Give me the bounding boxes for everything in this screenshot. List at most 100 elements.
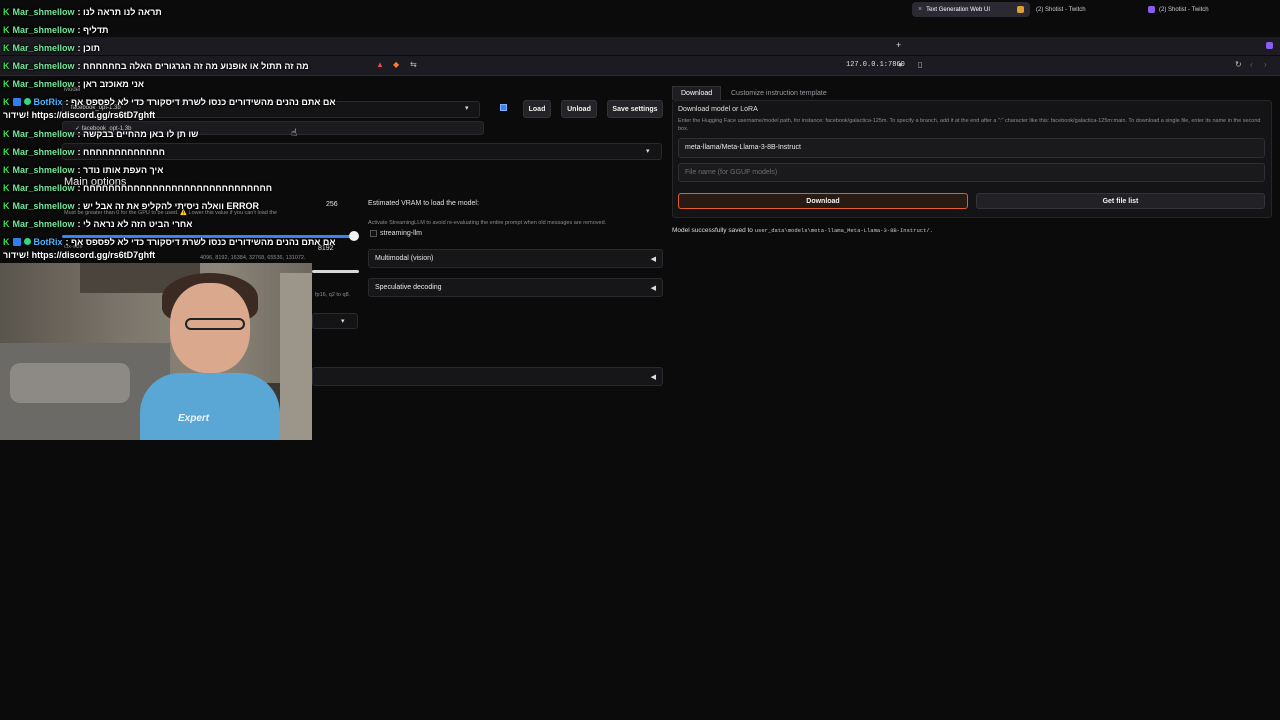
streamer-shirt — [140, 373, 280, 440]
unload-button[interactable]: Unload — [561, 100, 597, 118]
collapse-arrow-icon: ◀ — [650, 255, 656, 263]
kick-icon: K — [3, 200, 10, 211]
streamer-glasses — [185, 318, 245, 330]
success-text: Model successfully saved to — [672, 227, 753, 234]
tab-label: (2) Shotist - Twitch — [1036, 6, 1086, 13]
close-icon[interactable]: × — [918, 6, 922, 13]
chat-text: : אם אתם נהנים מהשידורים כנסו לשרת דיסקו… — [65, 96, 336, 107]
bookmark-icon[interactable]: ▯ — [918, 60, 922, 69]
chat-username: Mar_shmellow — [12, 200, 75, 211]
chat-username: Mar_shmellow — [12, 146, 75, 157]
vram-estimate-label: Estimated VRAM to load the model: — [368, 200, 479, 207]
tab-text-generation[interactable]: × Text Generation Web UI — [912, 2, 1030, 17]
chat-text: : תוכן — [77, 42, 100, 53]
chat-message: K Mar_shmellow: תראה לנו תראה לנו — [3, 5, 162, 18]
chat-username: Mar_shmellow — [12, 60, 75, 71]
speculative-decoding-accordion[interactable]: Speculative decoding ◀ — [368, 278, 663, 297]
chat-message: K Mar_shmellow: אני מאוכזב ראן — [3, 77, 144, 90]
chat-text: : שו תן לו באן מהחיים בבקשה — [77, 128, 199, 139]
ctx-size-slider[interactable] — [312, 270, 359, 273]
download-success-message: Model successfully saved to user_data\mo… — [672, 227, 933, 234]
bot-badge-icon — [12, 97, 21, 106]
download-description: Enter the Hugging Face username/model pa… — [678, 118, 1261, 132]
chat-text: : וואלה ניסיתי להקליפ את זה אבל יש ERROR — [77, 200, 259, 211]
chevron-down-icon[interactable]: ▾ — [341, 317, 345, 325]
chat-message: K BotRix: אם אתם נהנים מהשידורים כנסו לשר… — [3, 95, 336, 108]
kick-icon: K — [3, 42, 10, 53]
new-tab-button[interactable]: + — [896, 40, 901, 50]
gpu-layers-value[interactable]: 256 — [326, 201, 338, 208]
chat-text: : חחחחחחחחחחחחחחחחחחחחחחחחחחחחחח — [77, 182, 273, 193]
refresh-models-icon[interactable] — [500, 104, 507, 111]
collapse-arrow-icon: ◀ — [650, 373, 656, 381]
settings-dot-icon[interactable]: ● — [898, 60, 903, 69]
chat-message: K Mar_shmellow: איך העפת אותו נודר — [3, 163, 163, 176]
brave-shield-icon[interactable]: ◆ — [393, 60, 399, 69]
chat-message: K Mar_shmellow: חחחחחחחחחחחחחחחחחחחחחחחחח… — [3, 181, 272, 194]
success-path: user_data\models\meta-llama_Meta-Llama-3… — [754, 227, 933, 234]
gpu-layers-slider-thumb[interactable] — [349, 231, 359, 241]
streaming-llm-hint: Activate StreamingLLM to avoid re-evalua… — [368, 220, 607, 226]
streaming-llm-checkbox[interactable] — [370, 230, 377, 237]
kick-icon: K — [3, 24, 10, 35]
verified-badge-icon — [23, 98, 31, 105]
chat-text: : תראה לנו תראה לנו — [77, 6, 162, 17]
chat-message: K Mar_shmellow: שו תן לו באן מהחיים בבקשה — [3, 127, 198, 140]
chevron-down-icon[interactable]: ▾ — [465, 104, 469, 112]
chat-message: K Mar_shmellow: אחרי הביט הזה לא נראה לי — [3, 217, 192, 230]
chat-message: K Mar_shmellow: תדליף — [3, 23, 108, 36]
browser-tab-bar — [0, 37, 1280, 55]
chat-message: K Mar_shmellow: חחחחחחחחחחחחח — [3, 145, 165, 158]
cache-type-dropdown[interactable] — [312, 313, 358, 329]
download-heading: Download model or LoRA — [678, 106, 758, 113]
chat-text: : מה זה תתול או אופנוע מה זה הגרגורים הא… — [77, 60, 309, 71]
chat-discord-link: שידור! https://discord.gg/rs6tD7ghft — [3, 250, 156, 260]
speculative-label: Speculative decoding — [375, 284, 442, 291]
ctx-size-hint: 4096, 8192, 16384, 32768, 65536, 131072. — [200, 255, 306, 261]
webcam-door — [280, 273, 312, 440]
tab-label: (2) Shotist - Twitch — [1159, 6, 1209, 13]
chat-username: Mar_shmellow — [12, 218, 75, 229]
model-path-input[interactable]: meta-llama/Meta-Llama-3-8B-Instruct — [678, 138, 1265, 158]
tab-label: Text Generation Web UI — [926, 6, 991, 13]
chat-text: : חחחחחחחחחחחחח — [77, 146, 165, 157]
tab-download[interactable]: Download — [672, 86, 722, 100]
get-file-list-button[interactable]: Get file list — [976, 193, 1265, 209]
chat-username: Mar_shmellow — [12, 128, 75, 139]
translate-icon[interactable]: ⇆ — [410, 60, 417, 69]
file-name-input[interactable]: File name (for GGUF models) — [678, 163, 1265, 182]
tab-twitch-1[interactable]: (2) Shotist - Twitch — [1030, 2, 1142, 17]
back-icon[interactable]: ‹ — [1250, 60, 1253, 69]
chat-username: BotRix — [33, 96, 63, 107]
chat-message: K BotRix: אם אתם נהנים מהשידורים כנסו לשר… — [3, 235, 336, 248]
warning-icon: ▲ — [376, 60, 384, 69]
chat-discord-link-top: שידור! https://discord.gg/rs6tD7ghft — [3, 110, 156, 120]
tab-favicon-icon — [1017, 6, 1024, 13]
chat-message: K Mar_shmellow: תוכן — [3, 41, 100, 54]
download-button[interactable]: Download — [678, 193, 968, 209]
kick-icon: K — [3, 60, 10, 71]
verified-badge-icon — [23, 238, 31, 245]
cache-type-hint: fp16, q2 to q8. — [315, 292, 351, 298]
tab-customize-template[interactable]: Customize instruction template — [723, 86, 835, 100]
bot-badge-icon — [12, 237, 21, 246]
kick-icon: K — [3, 236, 10, 247]
chat-username: Mar_shmellow — [12, 6, 75, 17]
save-settings-button[interactable]: Save settings — [607, 100, 663, 118]
tab-twitch-2[interactable]: (2) Shotist - Twitch — [1142, 2, 1252, 17]
chat-message: K Mar_shmellow: וואלה ניסיתי להקליפ את זה… — [3, 199, 259, 212]
chat-username: Mar_shmellow — [12, 182, 75, 193]
forward-icon[interactable]: › — [1264, 60, 1267, 69]
mouse-cursor-icon: ☝ — [291, 128, 298, 139]
collapsed-section[interactable]: ◀ — [312, 367, 663, 386]
multimodal-accordion[interactable]: Multimodal (vision) ◀ — [368, 249, 663, 268]
load-button[interactable]: Load — [523, 100, 551, 118]
chat-text: : אחרי הביט הזה לא נראה לי — [77, 218, 193, 229]
kick-icon: K — [3, 164, 10, 175]
twitch-icon — [1148, 6, 1155, 13]
chevron-down-icon[interactable]: ▾ — [646, 147, 650, 155]
url-text[interactable]: 127.0.0.1:7860 — [846, 61, 905, 69]
kick-icon: K — [3, 128, 10, 139]
reload-icon[interactable]: ↻ — [1235, 60, 1242, 69]
collapse-arrow-icon: ◀ — [650, 284, 656, 292]
